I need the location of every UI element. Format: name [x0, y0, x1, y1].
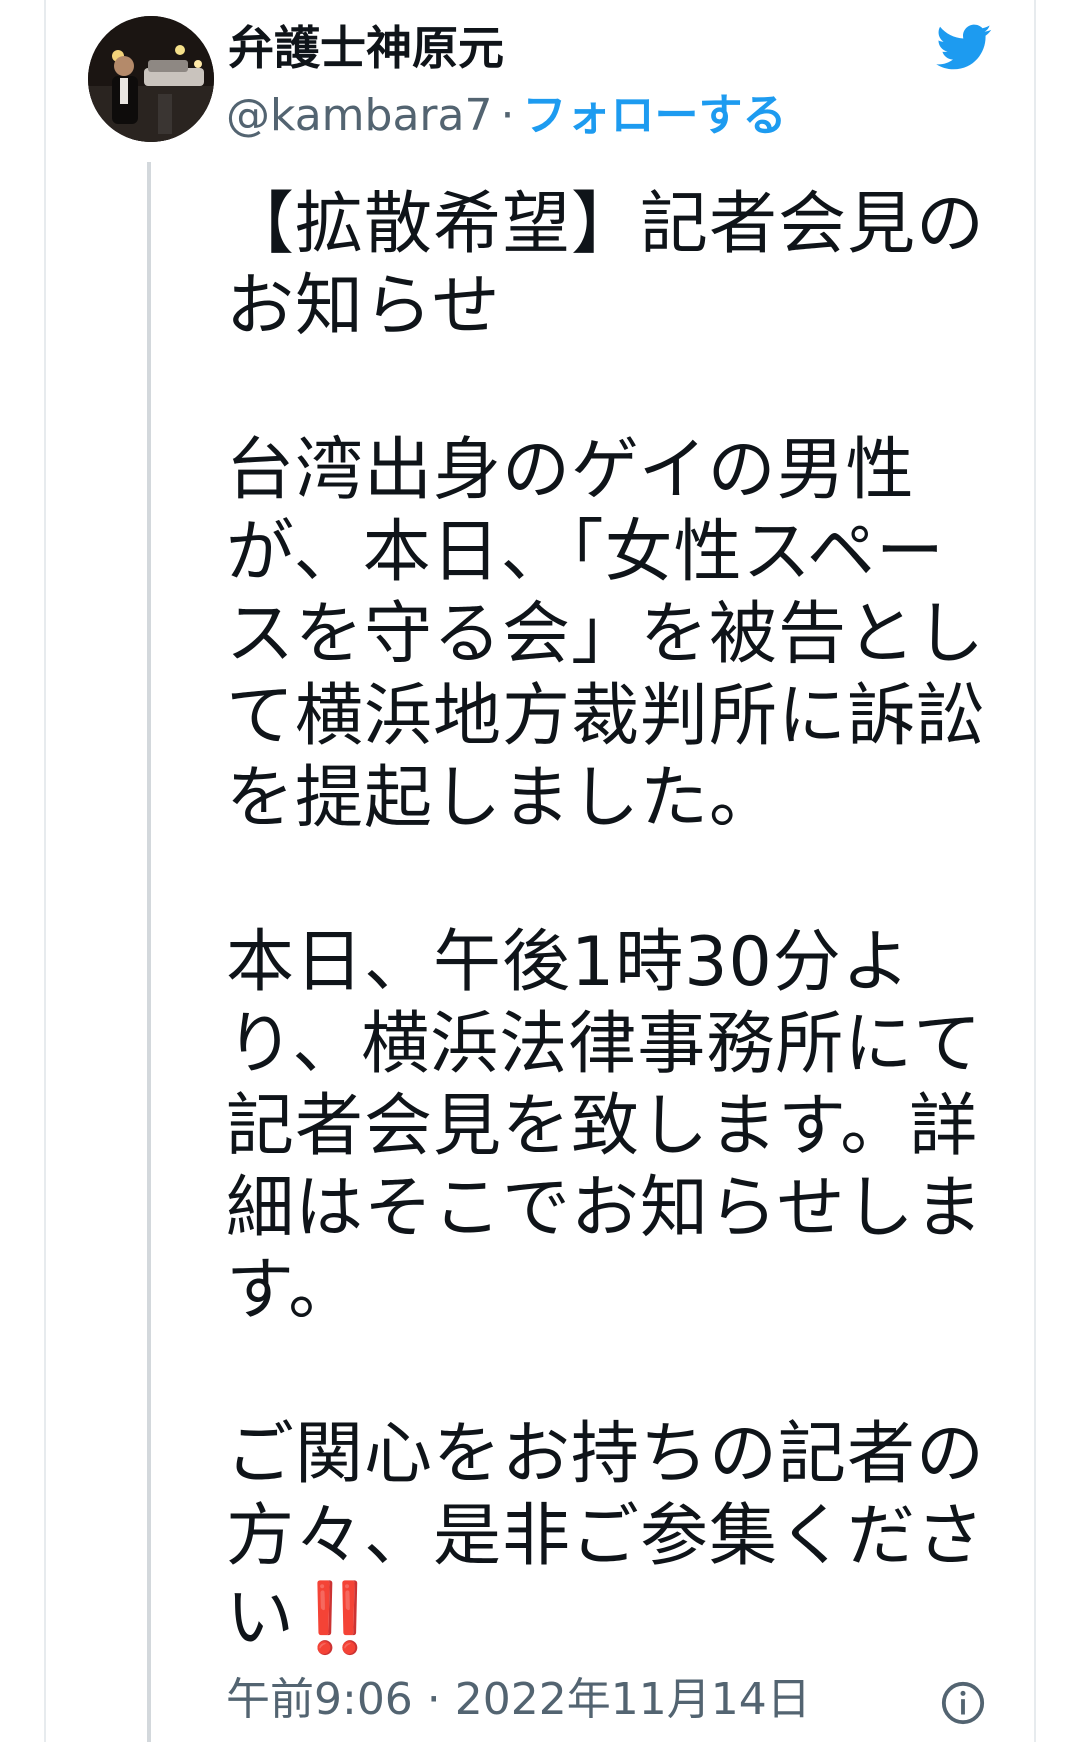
- tweet-timestamp[interactable]: 午前9:06 · 2022年11月14日: [226, 1672, 811, 1728]
- handle-row: @kambara7 · フォローする: [226, 88, 786, 144]
- user-handle[interactable]: @kambara7: [226, 90, 492, 141]
- avatar[interactable]: [88, 16, 214, 142]
- follow-button[interactable]: フォローする: [522, 90, 786, 141]
- info-icon[interactable]: [940, 1680, 986, 1726]
- double-exclamation-icon: ‼️: [295, 1579, 381, 1658]
- tweet-paragraph: 【拡散希望】記者会見のお知らせ: [226, 185, 986, 346]
- separator-dot: ·: [500, 90, 515, 141]
- tweet-paragraph: 本日、午後1時30分より、横浜法律事務所にて記者会見を致します。詳細はそこでお知…: [226, 923, 984, 1330]
- display-name[interactable]: 弁護士神原元: [228, 20, 504, 76]
- twitter-bird-icon[interactable]: [930, 18, 996, 76]
- tweet-paragraph-last: ご関心をお持ちの記者の方々、是非ご参集ください‼️: [226, 1414, 986, 1660]
- tweet-paragraph: 台湾出身のゲイの男性が、本日、「女性スペースを守る会」を被告として横浜地方裁判所…: [226, 431, 986, 838]
- thread-line: [147, 162, 151, 1742]
- tweet-body: 【拡散希望】記者会見のお知らせ 台湾出身のゲイの男性が、本日、「女性スペースを守…: [226, 184, 986, 1660]
